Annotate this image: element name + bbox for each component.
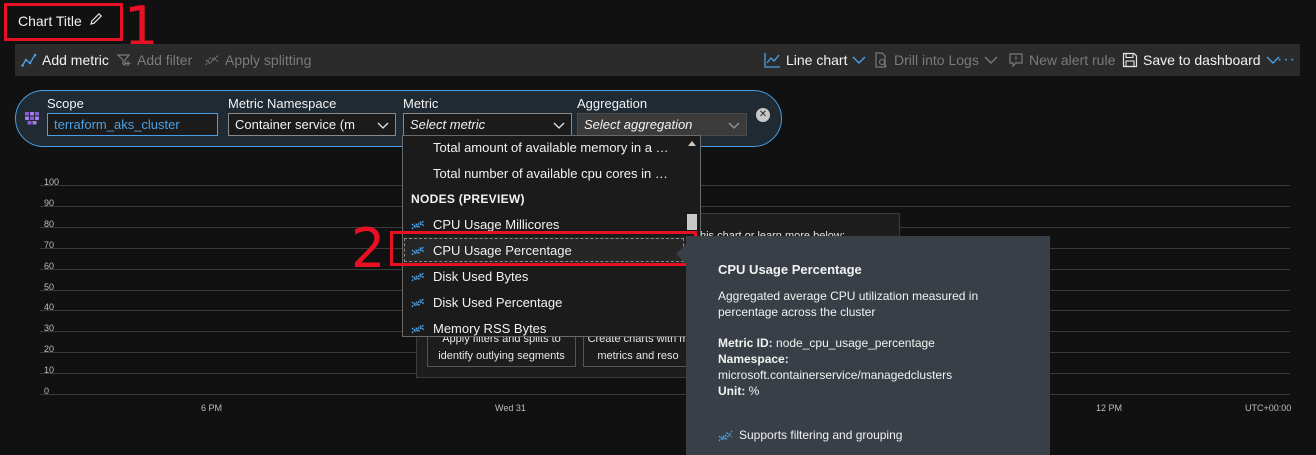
save-to-dashboard-label: Save to dashboard [1143,52,1261,68]
metric-icon [411,269,425,286]
dropdown-item-label: NODES (PREVIEW) [411,192,525,206]
line-chart-label: Line chart [786,52,848,68]
tooltip-unit: Unit: % [718,383,759,399]
new-alert-rule-button[interactable]: New alert rule [1008,44,1115,76]
dropdown-item-label: Disk Used Bytes [433,268,529,284]
filter-icon [116,54,131,66]
filtering-grouping-icon [718,430,733,442]
y-tick-label: 40 [44,302,55,313]
y-tick-label: 0 [44,386,50,396]
y-tick-label: 100 [44,177,60,187]
dropdown-item-label: Total amount of available memory in a … [433,139,669,155]
metric-id-label: Metric ID: [718,336,773,350]
y-tick-label: 60 [44,260,55,271]
unit-value: % [748,384,760,398]
y-tick-label: 80 [44,218,55,229]
y-tick-label: 30 [44,323,55,334]
chevron-down-icon [728,122,740,129]
more-options-button[interactable]: ··· [1277,44,1296,76]
namespace-value: Container service (m [235,117,355,132]
namespace-label: Metric Namespace [228,96,337,111]
aggregation-placeholder: Select aggregation [584,117,693,132]
chevron-down-icon [984,56,998,64]
splitting-icon [205,54,219,66]
dropdown-item-total-number-of-available-cpu-cores-in[interactable]: Total number of available cpu cores in … [403,160,685,186]
y-tick-label: 70 [44,239,55,250]
tooltip-footer-text: Supports filtering and grouping [739,428,903,442]
selection-highlight [390,231,697,266]
tooltip-metric-id: Metric ID: node_cpu_usage_percentage [718,335,935,351]
drill-into-logs-button[interactable]: Drill into Logs [873,44,1003,76]
namespace-select[interactable]: Container service (m [228,113,396,136]
gridline [40,394,1290,395]
dropdown-item-label: Total number of available cpu cores in … [433,165,668,181]
metric-placeholder: Select metric [410,117,486,132]
pencil-icon[interactable] [88,11,104,27]
metric-icon [411,295,425,312]
annotation-step-2: 2 [351,217,386,280]
unit-label: Unit: [718,384,746,398]
scroll-up-icon[interactable] [688,140,696,146]
tooltip-footer: Supports filtering and grouping [718,427,902,443]
apply-splitting-button[interactable]: Apply splitting [204,44,311,76]
metric-tooltip: CPU Usage Percentage Aggregated average … [686,236,1050,455]
dropdown-item-total-amount-of-available-memory-in-a[interactable]: Total amount of available memory in a … [403,136,685,160]
line-chart-button[interactable]: Line chart [764,44,871,76]
aggregation-label: Aggregation [577,96,648,111]
tooltip-description: Aggregated average CPU utilization measu… [718,289,979,319]
x-tick-label: 6 PM [201,403,223,413]
logs-icon [875,52,887,68]
save-icon [1122,52,1138,68]
save-to-dashboard-button[interactable]: Save to dashboard [1122,44,1285,76]
scope-field[interactable]: terraform_aks_cluster [47,113,218,136]
x-tick-label: Wed 31 [495,403,526,413]
dropdown-item-disk-used-bytes[interactable]: Disk Used Bytes [403,263,685,289]
line-chart-icon [764,53,780,68]
add-filter-button[interactable]: Add filter [116,44,192,76]
tooltip-namespace-label: Namespace: [718,351,789,367]
chevron-down-icon [852,56,866,64]
alert-icon [1009,53,1023,68]
dropdown-item-disk-used-percentage[interactable]: Disk Used Percentage [403,289,685,315]
y-tick-label: 20 [44,344,55,355]
chart-title[interactable]: Chart Title [18,13,82,29]
add-filter-label: Add filter [137,52,193,68]
metric-id-value: node_cpu_usage_percentage [776,336,935,350]
chevron-down-icon [553,122,565,129]
dropdown-group-header: NODES (PREVIEW) [403,186,685,212]
scope-label: Scope [47,96,84,111]
dropdown-item-label: Memory RSS Bytes [433,320,547,336]
aggregation-select[interactable]: Select aggregation [577,113,747,136]
timezone-label: UTC+00:00 [1245,403,1292,413]
namespace-label-text: Namespace: [718,352,789,366]
dropdown-item-memory-rss-bytes[interactable]: Memory RSS Bytes [403,315,685,336]
metric-label: Metric [403,96,439,111]
drill-into-logs-label: Drill into Logs [894,52,979,68]
tooltip-namespace-value: microsoft.containerservice/managedcluste… [718,368,953,382]
metric-select[interactable]: Select metric [403,113,572,136]
dropdown-item-label: CPU Usage Millicores [433,216,560,232]
add-metric-label: Add metric [42,52,109,68]
remove-metric-button[interactable]: ✕ [756,108,770,122]
new-alert-rule-label: New alert rule [1029,52,1116,68]
chart-toolbar: Add metric Add filter Apply splitting Li… [15,44,1300,76]
tooltip-title: CPU Usage Percentage [718,262,862,277]
dropdown-item-label: Disk Used Percentage [433,294,563,310]
y-tick-label: 50 [44,281,55,292]
x-tick-label: 12 PM [1096,403,1123,413]
apply-splitting-label: Apply splitting [225,52,312,68]
add-metric-icon [21,53,37,67]
y-tick-label: 90 [44,197,55,208]
add-metric-button[interactable]: Add metric [21,44,109,76]
scroll-thumb[interactable] [687,214,697,230]
chevron-down-icon [377,122,389,129]
aks-cluster-icon [25,112,39,125]
metric-icon [411,321,425,336]
y-tick-label: 10 [44,365,55,376]
